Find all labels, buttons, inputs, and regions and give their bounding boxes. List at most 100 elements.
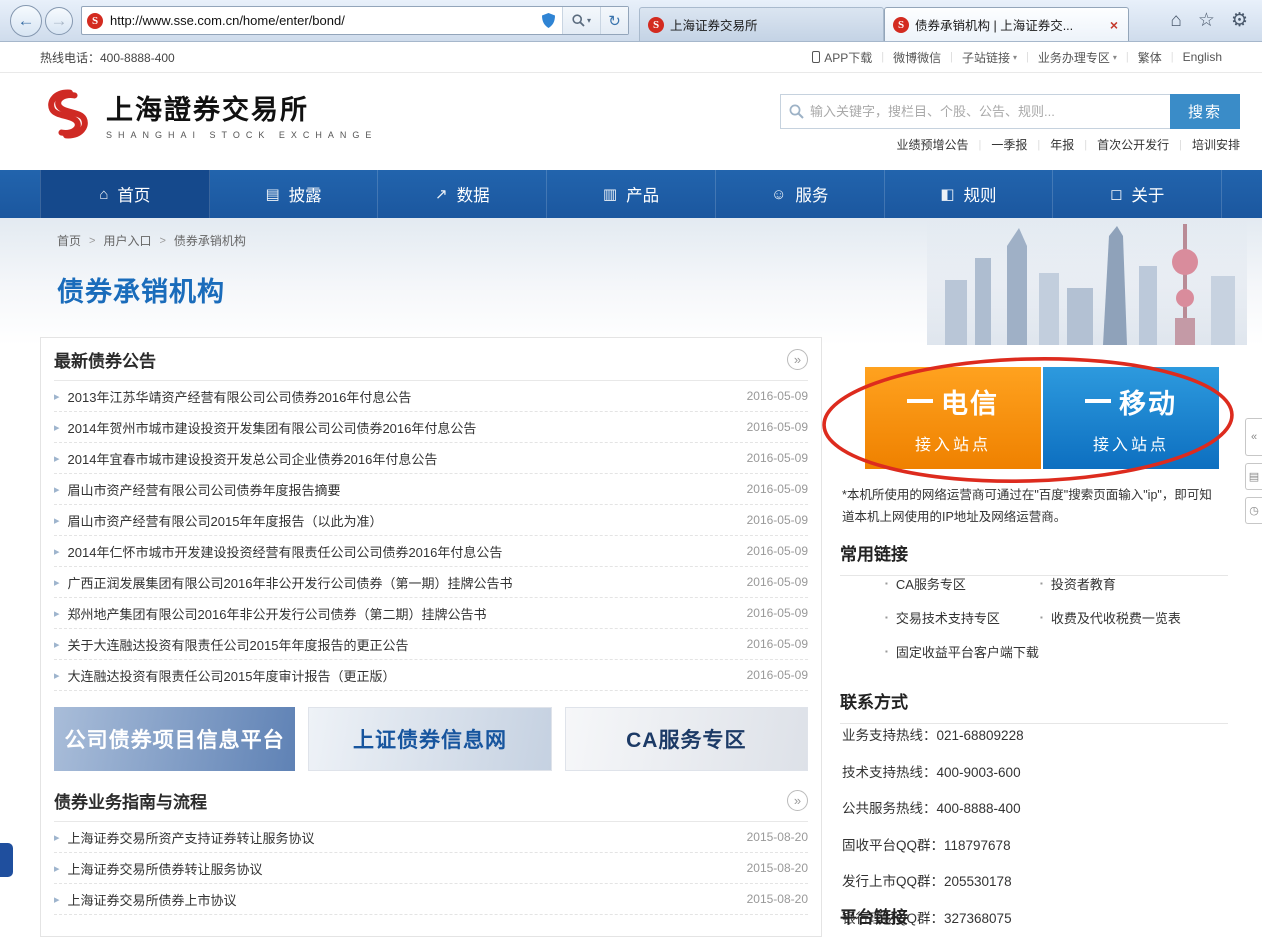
quick-link[interactable]: 一季报 — [991, 136, 1027, 153]
utility-bar: 热线电话：400-8888-400 APP下载 | 微博微信 | 子站链接 ▾ … — [0, 42, 1262, 73]
search-dropdown-button[interactable]: ▾ — [562, 7, 600, 34]
collapse-panel-button[interactable]: « — [1245, 418, 1262, 456]
bottom-left-widget[interactable] — [0, 843, 13, 877]
link-fees-list[interactable]: ▪ 收费及代收税费一览表 — [1040, 608, 1225, 627]
separator: | — [1084, 138, 1088, 151]
square-bullet-icon: ▪ — [885, 579, 888, 588]
dash-icon — [907, 399, 933, 403]
guides-header: 债券业务指南与流程 » — [54, 779, 808, 822]
banner-ca-service[interactable]: CA服务专区 — [564, 707, 808, 771]
separator: | — [1125, 51, 1129, 63]
list-item[interactable]: ▸ 2014年宜春市城市建设投资开发总公司企业债券2016年付息公告 2016-05… — [54, 443, 808, 474]
nav-item-products[interactable]: ▥ 产品 — [547, 170, 716, 218]
link-tech-support[interactable]: ▪ 交易技术支持专区 — [885, 608, 1040, 627]
address-bar[interactable]: S http://www.sse.com.cn/home/enter/bond/… — [81, 6, 629, 35]
triangle-bullet-icon: ▸ — [54, 576, 60, 589]
tab-title: 债券承销机构 | 上海证券交... — [915, 19, 1074, 33]
list-item[interactable]: ▸ 广西正润发展集团有限公司2016年非公开发行公司债券（第一期）挂牌公告书 201… — [54, 567, 808, 598]
tab-strip: S 上海证券交易所 S 债券承销机构 | 上海证券交... × — [639, 7, 1129, 41]
isp-note-text: *本机所使用的网络运营商可通过在"百度"搜索页面输入"ip"，即可知道本机上网使… — [842, 488, 1212, 524]
scale-icon: ◧ — [940, 186, 955, 203]
announcement-date: 2016-05-09 — [746, 637, 808, 651]
home-icon[interactable]: ⌂ — [1170, 10, 1181, 32]
more-button[interactable]: » — [787, 789, 808, 811]
announcement-title: 郑州地产集团有限公司2016年非公开发行公司债券（第二期）挂牌公告书 — [67, 606, 487, 622]
guides-list: ▸ 上海证券交易所资产支持证券转让服务协议 2015-08-20 ▸ 上海证券交易所债… — [54, 822, 808, 915]
back-button[interactable]: ← — [10, 4, 42, 37]
floating-side-tools: « ▤ ◷ — [1245, 418, 1262, 524]
tab-bond-page[interactable]: S 债券承销机构 | 上海证券交... × — [884, 7, 1129, 41]
search-input[interactable] — [810, 104, 1170, 119]
guide-title: 上海证券交易所债券上市协议 — [67, 892, 237, 908]
quick-link[interactable]: 业绩预增公告 — [896, 136, 968, 153]
announcement-title: 关于大连融达投资有限责任公司2015年年度报告的更正公告 — [67, 637, 409, 653]
chart-icon: ↗ — [435, 186, 448, 203]
link-fixed-income-client[interactable]: ▪ 固定收益平台客户端下载 — [885, 642, 1040, 661]
traditional-chinese-link[interactable]: 繁体 — [1138, 49, 1162, 66]
history-clock-button[interactable]: ◷ — [1245, 497, 1262, 524]
contact-line: 业务支持热线：021-68809228 — [842, 728, 1024, 743]
search-button[interactable]: 搜索 — [1170, 94, 1240, 129]
announcement-date: 2016-05-09 — [746, 668, 808, 682]
breadcrumb-current: 债券承销机构 — [173, 234, 246, 248]
tab-sse-home[interactable]: S 上海证券交易所 — [639, 7, 884, 41]
telecom-access-button[interactable]: 电信 接入站点 — [865, 367, 1041, 469]
settings-gear-icon[interactable]: ⚙ — [1231, 9, 1248, 32]
person-icon: ☺ — [771, 185, 787, 203]
substation-links-menu[interactable]: 子站链接 ▾ — [962, 49, 1017, 66]
nav-item-data[interactable]: ↗ 数据 — [378, 170, 548, 218]
announcement-date: 2016-05-09 — [746, 575, 808, 589]
mobile-access-button[interactable]: 移动 接入站点 — [1043, 367, 1219, 469]
list-item[interactable]: ▸ 大连融达投资有限责任公司2015年度审计报告（更正版） 2016-05-09 — [54, 660, 808, 691]
clipped-section-title: 平台链接 — [840, 908, 908, 927]
nav-item-disclosure[interactable]: ▤ 披露 — [210, 170, 379, 218]
caret-down-icon: ▾ — [1013, 52, 1018, 62]
favorites-star-icon[interactable]: ☆ — [1198, 9, 1215, 32]
access-buttons: 电信 接入站点 移动 接入站点 — [865, 367, 1219, 469]
list-item[interactable]: ▸ 眉山市资产经营有限公司2015年年度报告（以此为准） 2016-05-09 — [54, 505, 808, 536]
quick-link[interactable]: 培训安排 — [1192, 136, 1240, 153]
announcement-title: 眉山市资产经营有限公司2015年年度报告（以此为准） — [67, 513, 383, 529]
triangle-bullet-icon: ▸ — [54, 893, 60, 906]
list-item[interactable]: ▸ 2014年贺州市城市建设投资开发集团有限公司公司债券2016年付息公告 2016… — [54, 412, 808, 443]
more-button[interactable]: » — [787, 348, 808, 370]
announcement-date: 2016-05-09 — [746, 513, 808, 527]
search-box[interactable] — [780, 94, 1170, 129]
forward-button[interactable]: → — [45, 6, 73, 35]
weibo-weixin-link[interactable]: 微博微信 — [893, 49, 941, 66]
quick-link[interactable]: 首次公开发行 — [1097, 136, 1169, 153]
sse-logo[interactable]: 上海證券交易所 SHANGHAI STOCK EXCHANGE — [40, 88, 377, 140]
close-tab-icon[interactable]: × — [1108, 17, 1120, 33]
nav-item-services[interactable]: ☺ 服务 — [716, 170, 885, 218]
list-item[interactable]: ▸ 上海证券交易所债券转让服务协议 2015-08-20 — [54, 853, 808, 884]
list-item[interactable]: ▸ 2013年江苏华靖资产经营有限公司公司债券2016年付息公告 2016-05-0… — [54, 381, 808, 412]
business-zone-menu[interactable]: 业务办理专区 ▾ — [1038, 49, 1117, 66]
nav-item-rules[interactable]: ◧ 规则 — [885, 170, 1054, 218]
triangle-bullet-icon: ▸ — [54, 669, 60, 682]
link-investor-education[interactable]: ▪ 投资者教育 — [1040, 574, 1225, 593]
list-item[interactable]: ▸ 上海证券交易所债券上市协议 2015-08-20 — [54, 884, 808, 915]
nav-item-home[interactable]: ⌂ 首页 — [40, 170, 210, 218]
list-item[interactable]: ▸ 2014年仁怀市城市开发建设投资经营有限责任公司公司债券2016年付息公告 20… — [54, 536, 808, 567]
quick-link[interactable]: 年报 — [1050, 136, 1074, 153]
announcements-header: 最新债券公告 » — [54, 338, 808, 381]
list-item[interactable]: ▸ 上海证券交易所资产支持证券转让服务协议 2015-08-20 — [54, 822, 808, 853]
tab-favicon-icon: S — [648, 16, 664, 33]
list-item[interactable]: ▸ 郑州地产集团有限公司2016年非公开发行公司债券（第二期）挂牌公告书 2016-… — [54, 598, 808, 629]
feedback-doc-button[interactable]: ▤ — [1245, 463, 1262, 490]
banner-bond-info-net[interactable]: 上证债券信息网 — [308, 707, 552, 771]
banner-bond-project-platform[interactable]: 公司债券项目信息平台 — [54, 707, 296, 771]
english-link[interactable]: English — [1183, 50, 1222, 64]
announcement-date: 2016-05-09 — [746, 451, 808, 465]
nav-item-about[interactable]: ◻ 关于 — [1053, 170, 1223, 218]
contact-line: 技术支持热线：400-9003-600 — [842, 764, 1021, 780]
list-item[interactable]: ▸ 关于大连融达投资有限责任公司2015年年度报告的更正公告 2016-05-09 — [54, 629, 808, 660]
refresh-button[interactable]: ↻ — [600, 7, 628, 34]
list-item[interactable]: ▸ 眉山市资产经营有限公司公司债券年度报告摘要 2016-05-09 — [54, 474, 808, 505]
breadcrumb-home[interactable]: 首页 — [57, 232, 81, 249]
building-icon: ◻ — [1109, 186, 1123, 203]
app-download-link[interactable]: APP下载 — [812, 49, 872, 66]
link-ca-service[interactable]: ▪ CA服务专区 — [885, 574, 1040, 593]
breadcrumb-user-entry[interactable]: 用户入口 — [103, 232, 151, 249]
url-field[interactable]: http://www.sse.com.cn/home/enter/bond/ — [110, 13, 534, 28]
